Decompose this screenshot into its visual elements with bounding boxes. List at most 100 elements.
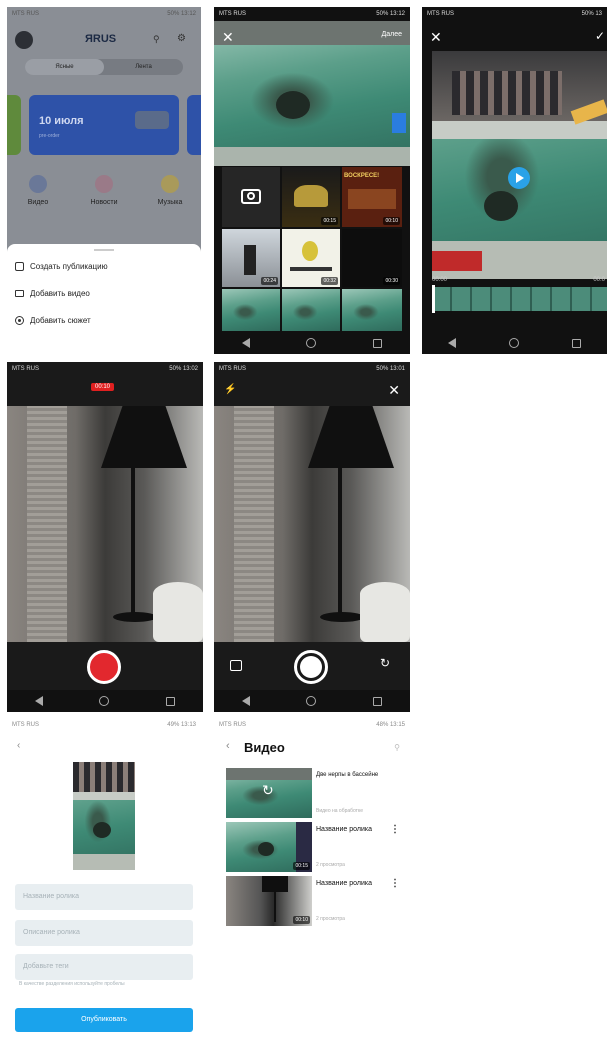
item-label: Добавить видео xyxy=(30,289,90,298)
tags-input[interactable]: Добавьте теги xyxy=(15,954,193,980)
more-icon[interactable]: ⋮ xyxy=(390,878,400,889)
recents-nav-icon[interactable] xyxy=(372,696,382,706)
category-label: Музыка xyxy=(157,199,183,206)
video-status: Видео на обработке xyxy=(316,808,363,814)
shutter-button[interactable] xyxy=(294,650,328,684)
home-nav-icon[interactable] xyxy=(306,338,317,348)
gallery-icon[interactable] xyxy=(230,660,242,671)
page-title: Видео xyxy=(244,740,285,755)
play-button[interactable] xyxy=(508,167,530,189)
camera-tile[interactable] xyxy=(222,167,280,227)
duration-badge: 00:10 xyxy=(293,916,310,924)
recents-nav-icon[interactable] xyxy=(571,338,581,348)
trim-timeline[interactable] xyxy=(432,285,607,313)
screen-recording: MTS RUS 50% 13:02 00:10 xyxy=(7,362,203,712)
status-bar: MTS RUS 48% 13:15 xyxy=(214,718,410,732)
back-nav-icon[interactable] xyxy=(35,696,44,706)
home-nav-icon[interactable] xyxy=(508,338,519,348)
duration-badge: 00:24 xyxy=(261,277,278,285)
back-nav-icon[interactable] xyxy=(242,696,251,706)
video-list-item[interactable]: 00:10 Название ролика ⋮ 2 просмотра xyxy=(226,876,410,926)
category-music[interactable]: Музыка xyxy=(155,175,185,206)
recents-nav-icon[interactable] xyxy=(165,696,175,706)
nav-bar xyxy=(422,332,607,354)
next-button[interactable]: Далее xyxy=(381,31,402,38)
search-icon[interactable]: ⚲ xyxy=(394,743,400,752)
publish-button[interactable]: Опубликовать xyxy=(15,1008,193,1032)
gallery-thumb[interactable]: 00:32 xyxy=(282,229,340,287)
category-label: Видео xyxy=(27,199,49,206)
screen-my-videos: MTS RUS 48% 13:15 ‹ Видео ⚲ ↻ Две нерпы … xyxy=(214,718,410,1056)
category-label: Новости xyxy=(90,199,118,206)
category-video[interactable]: Видео xyxy=(25,175,51,206)
close-icon[interactable]: ✕ xyxy=(388,382,400,399)
gallery-thumb[interactable]: 00:30 xyxy=(342,229,402,287)
app-logo: ЯRUS xyxy=(85,33,117,45)
video-thumbnail: 00:10 xyxy=(226,876,312,926)
add-video-item[interactable]: Добавить видео xyxy=(15,289,90,298)
item-label: Добавить сюжет xyxy=(30,316,91,325)
gallery-thumb[interactable]: 00:24 xyxy=(222,229,280,287)
avatar[interactable] xyxy=(15,31,33,49)
tab-feed[interactable]: Лента xyxy=(104,59,183,75)
poster-text: ВОСКРЕСЕ! xyxy=(344,173,380,179)
title-input[interactable]: Название ролика xyxy=(15,884,193,910)
item-label: Создать публикацию xyxy=(30,262,108,271)
switch-camera-icon[interactable]: ↻ xyxy=(380,656,390,670)
gallery-thumb[interactable] xyxy=(222,289,280,331)
create-post-item[interactable]: Создать публикацию xyxy=(15,262,108,271)
news-icon xyxy=(95,175,113,193)
add-story-item[interactable]: Добавить сюжет xyxy=(15,316,91,325)
video-icon xyxy=(29,175,47,193)
status-right: 49% 13:13 xyxy=(167,722,196,728)
close-icon[interactable]: ✕ xyxy=(222,29,234,46)
drone-image xyxy=(135,111,169,129)
flash-icon[interactable]: ⚡ xyxy=(224,384,236,395)
camera-view xyxy=(7,406,203,642)
video-title: Название ролика xyxy=(316,880,372,887)
status-right: 50% 13:01 xyxy=(376,366,405,372)
video-list-item[interactable]: 00:15 Название ролика ⋮ 2 просмотра xyxy=(226,822,410,872)
settings-icon[interactable]: ⚙ xyxy=(177,33,186,44)
video-title: Две нерпы в бассейне xyxy=(316,772,379,778)
video-preview xyxy=(432,51,607,279)
duration-badge: 00:32 xyxy=(321,277,338,285)
gallery-thumb[interactable] xyxy=(282,289,340,331)
duration-badge: 00:30 xyxy=(383,277,400,285)
gallery-thumb[interactable]: ВОСКРЕСЕ! 00:10 xyxy=(342,167,402,227)
carrier: MTS RUS xyxy=(219,11,246,17)
carrier: MTS RUS xyxy=(12,366,39,372)
bottom-sheet: Создать публикацию Добавить видео Добави… xyxy=(7,244,201,354)
camera-view xyxy=(214,406,410,642)
category-news[interactable]: Новости xyxy=(89,175,119,206)
status-bar: MTS RUS 49% 13:13 xyxy=(7,718,201,732)
home-nav-icon[interactable] xyxy=(99,696,110,706)
tags-hint: В качестве разделения используйте пробел… xyxy=(19,981,125,987)
preview-image xyxy=(214,21,410,166)
record-stop-button[interactable] xyxy=(87,650,121,684)
back-nav-icon[interactable] xyxy=(242,338,251,348)
time-end: 00:0 xyxy=(593,277,605,283)
back-icon[interactable]: ‹ xyxy=(17,740,20,751)
search-icon[interactable]: ⚲ xyxy=(153,34,160,45)
promo-banner[interactable]: 10 июля pre-order xyxy=(29,95,179,155)
story-icon xyxy=(15,316,24,325)
status-right: 50% 13:02 xyxy=(169,366,198,372)
close-icon[interactable]: ✕ xyxy=(430,29,442,46)
tab-clear[interactable]: Ясные xyxy=(25,59,104,75)
confirm-icon[interactable]: ✓ xyxy=(595,29,605,43)
time-start: 00:00 xyxy=(432,277,448,283)
gallery-thumb[interactable]: 00:15 xyxy=(282,167,340,227)
tabs: Ясные Лента xyxy=(25,59,183,75)
trim-handle[interactable] xyxy=(432,285,435,313)
video-list-item[interactable]: ↻ Две нерпы в бассейне Видео на обработк… xyxy=(226,768,410,818)
more-icon[interactable]: ⋮ xyxy=(390,824,400,835)
seal xyxy=(484,191,518,221)
recents-nav-icon[interactable] xyxy=(372,338,382,348)
home-nav-icon[interactable] xyxy=(306,696,317,706)
back-icon[interactable]: ‹ xyxy=(226,740,230,752)
gallery-thumb[interactable] xyxy=(342,289,402,331)
back-nav-icon[interactable] xyxy=(448,338,457,348)
screen-trim: MTS RUS 50% 13 ✕ ✓ 00:00 00:0 xyxy=(422,7,607,354)
description-input[interactable]: Описание ролика xyxy=(15,920,193,946)
